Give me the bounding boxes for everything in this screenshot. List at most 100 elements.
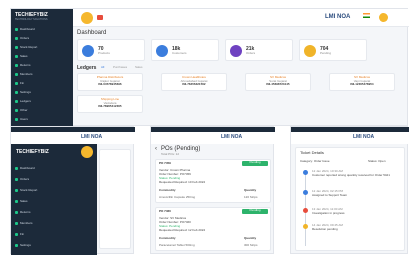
sidebar-item-label: Settings — [20, 90, 31, 94]
ledger-icon — [15, 99, 18, 103]
ledger-card[interactable]: Shipping Line Vadodara INL78965412365 — [77, 95, 143, 113]
timeline-dot — [303, 208, 308, 213]
stat-card-customers[interactable]: 18k Customers — [151, 39, 219, 61]
company-logo: LMI NOA — [353, 134, 375, 140]
sidebar-item-fin[interactable]: Fin — [15, 232, 93, 236]
table-header: Commodity — [159, 188, 176, 192]
sidebar-item-fin[interactable]: Fin — [15, 81, 24, 85]
status-badge: Pending — [242, 208, 268, 214]
close-icon[interactable] — [81, 146, 93, 158]
customers-icon — [156, 45, 168, 57]
po-card[interactable]: PO 7460 Pending Vendor: SV Medicos Order… — [155, 207, 271, 251]
timeline-text: Assigned to Support Team — [312, 193, 348, 197]
members-icon — [15, 221, 18, 225]
returns-icon — [15, 210, 18, 214]
brand-tagline: TECHNOLOGY SOLUTIONS — [15, 18, 48, 21]
ticket-card: Ticket Details Category: Order Issue Sta… — [295, 147, 405, 251]
sidebar-item-members[interactable]: Members — [15, 72, 33, 76]
avatar[interactable] — [379, 13, 388, 22]
timeline-text: Investigation in progress — [312, 211, 345, 215]
stat-card-pending[interactable]: 704 Pending — [299, 39, 367, 61]
stat-card-products[interactable]: 70 Products — [77, 39, 145, 61]
menu-toggle-button[interactable] — [81, 12, 93, 24]
other-icon — [15, 108, 18, 112]
table-cell: Paracetamol Tablet 500mg — [159, 243, 195, 247]
sidebar-item-settings[interactable]: Settings — [15, 243, 93, 247]
ledger-tab-all[interactable]: All — [101, 65, 104, 70]
mobile-header: LMI NOA — [151, 132, 275, 144]
settings-icon — [15, 90, 18, 94]
sidebar-item-dashboard[interactable]: Dashboard — [15, 166, 93, 170]
sidebar-item-other[interactable]: Other — [15, 108, 28, 112]
sidebar-item-label: Dashboard — [20, 166, 35, 170]
notification-icon[interactable] — [97, 15, 103, 20]
ledger-tab-purchases[interactable]: Purchases — [113, 65, 127, 70]
sidebar-item-label: Orders — [20, 36, 30, 40]
sidebar-item-label: Fin — [20, 81, 25, 85]
ledger-card[interactable]: Pharma Distributors Rajkot Gujarat INL04… — [77, 73, 143, 91]
company-logo: LMI NOA — [325, 14, 351, 20]
timeline-dot — [303, 190, 308, 195]
sidebar-item-label: Orders — [20, 177, 30, 181]
finance-icon — [15, 81, 18, 85]
brand-logo: TECHIEFYBIZ — [16, 149, 49, 155]
sidebar-item-label: Returns — [20, 210, 31, 214]
table-cell: 120 Strips — [244, 195, 258, 199]
sidebar-item-sales[interactable]: Sales — [15, 199, 93, 203]
sales-icon — [15, 199, 18, 203]
india-flag-icon[interactable] — [363, 13, 370, 18]
orders-icon — [15, 36, 18, 40]
timeline-text: Resolution pending — [312, 227, 338, 231]
dashboard-icon — [15, 27, 18, 31]
ledger-tab-sales[interactable]: Sales — [135, 65, 143, 70]
timeline-dot — [303, 224, 308, 229]
sidebar-item-label: Fin — [20, 232, 25, 236]
ledger-card-id: INL45698723145 — [266, 82, 290, 87]
stat-card-orders[interactable]: 21k Orders — [225, 39, 293, 61]
sidebar-item-stock-report[interactable]: Stock Report — [15, 188, 93, 192]
ledger-card[interactable]: Crown Healthcare Ahmedabad Gujarat INL78… — [161, 73, 227, 91]
orders-stat-icon — [230, 45, 242, 57]
ledgers-title: Ledgers — [77, 65, 97, 71]
ticket-status: Status: Open — [368, 159, 386, 163]
sidebar-item-users[interactable]: Users — [15, 117, 28, 121]
mobile-sidebar: TECHIEFYBIZ Dashboard Orders Stock Repor… — [11, 144, 97, 255]
background-content-card — [99, 149, 131, 249]
sidebar-item-settings[interactable]: Settings — [15, 90, 31, 94]
sales-icon — [15, 54, 18, 58]
mobile-sidebar-screen: LMI NOA TECHIEFYBIZ Dashboard Orders Sto… — [10, 126, 135, 255]
sidebar-item-label: Members — [20, 72, 33, 76]
report-icon — [15, 45, 18, 49]
pending-icon — [304, 45, 316, 57]
ledger-card-id: INL78456321562 — [182, 82, 206, 87]
sidebar-item-returns[interactable]: Returns — [15, 210, 93, 214]
sidebar-item-label: Users — [20, 117, 28, 121]
sidebar-item-orders[interactable]: Orders — [15, 36, 29, 40]
stat-label: Customers — [172, 51, 187, 55]
sidebar-item-ledgers[interactable]: Ledgers — [15, 99, 31, 103]
ledger-card[interactable]: SV Medicos Vapi Gujarat INL12365478954 — [329, 73, 395, 91]
sidebar-item-label: Stock Report — [20, 188, 38, 192]
timeline-dot — [303, 170, 308, 175]
stat-label: Orders — [246, 51, 256, 55]
products-icon — [82, 45, 94, 57]
sidebar-item-stock-report[interactable]: Stock Report — [15, 45, 37, 49]
ledger-card[interactable]: SV Medicos Surat Gujarat INL45698723145 — [245, 73, 311, 91]
sidebar-item-returns[interactable]: Returns — [15, 63, 31, 67]
finance-icon — [15, 232, 18, 236]
table-header: Commodity — [159, 236, 176, 240]
status-badge: Pending — [242, 160, 268, 166]
sidebar-item-members[interactable]: Members — [15, 221, 93, 225]
sidebar-item-sales[interactable]: Sales › — [15, 54, 28, 58]
table-header: Quantity — [244, 188, 257, 192]
orders-icon — [15, 177, 18, 181]
back-arrow-icon[interactable]: ‹ — [155, 146, 157, 152]
page-subtitle: Total POs: 12 — [161, 152, 180, 156]
sidebar-item-orders[interactable]: Orders — [15, 177, 93, 181]
po-number: PO 7460 — [159, 209, 171, 213]
report-icon — [15, 188, 18, 192]
po-card[interactable]: PO 7459 Pending Vendor: Crown Pharma Ord… — [155, 159, 271, 203]
stat-label: Products — [98, 51, 110, 55]
timeline-text: Customer reported wrong quantity receive… — [312, 173, 390, 177]
sidebar-item-dashboard[interactable]: Dashboard — [15, 27, 35, 31]
